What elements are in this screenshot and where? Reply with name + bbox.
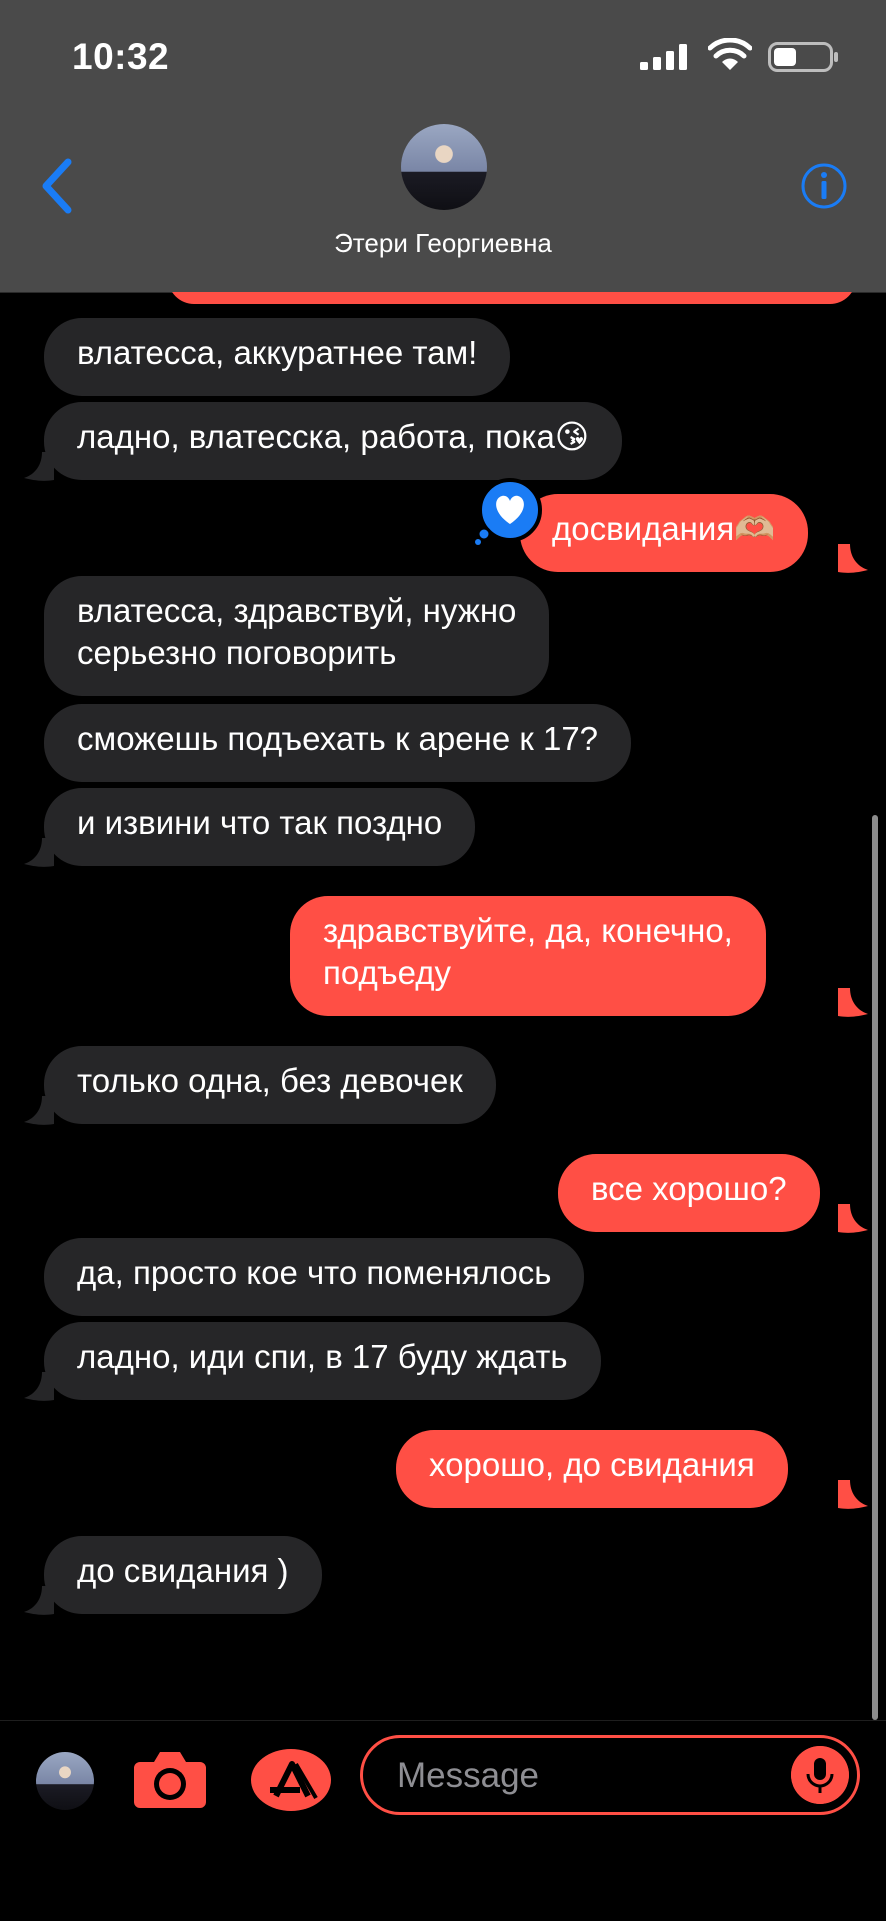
signal-icon [640, 44, 687, 70]
message-bubble-outgoing[interactable]: хорошо, до свидания [396, 1430, 788, 1508]
battery-icon [768, 42, 838, 72]
message-bubble-incoming[interactable]: до свидания ) [44, 1536, 322, 1614]
bubble-tail [24, 1096, 54, 1125]
contact-avatar[interactable] [401, 124, 487, 210]
bubble-tail [24, 1586, 54, 1615]
message-bubble-incoming[interactable]: ладно, влатесска, работа, пока😘 [44, 402, 623, 480]
bubble-tail [838, 1204, 868, 1233]
message-bubble-incoming[interactable]: да, просто кое что поменялось [44, 1238, 585, 1316]
message-bubble-incoming[interactable]: только одна, без девочек [44, 1046, 496, 1124]
message-bubble-incoming[interactable]: сможешь подъехать к арене к 17? [44, 704, 632, 782]
message-bubble-outgoing[interactable]: все хорошо? [558, 1154, 820, 1232]
bubble-tail [838, 1480, 868, 1509]
message-bubble-outgoing[interactable]: здравствуйте, да, конечно, подъеду [290, 896, 766, 1016]
message-bubble-incoming[interactable]: и извини что так поздно [44, 788, 476, 866]
message-input-placeholder: Message [397, 1756, 540, 1795]
memoji-avatar-button[interactable] [36, 1752, 94, 1810]
message-bubble-incoming[interactable]: ладно, иди спи, в 17 буду ждать [44, 1322, 601, 1400]
back-chevron-icon[interactable] [38, 158, 74, 214]
app-store-icon[interactable] [250, 1748, 332, 1812]
status-time: 10:32 [72, 36, 170, 77]
mic-icon[interactable] [791, 1746, 849, 1804]
info-icon[interactable] [800, 162, 848, 210]
bubble-tail [24, 452, 54, 481]
message-bubble-incoming[interactable]: влатесса, аккуратнее там! [44, 318, 511, 396]
wifi-icon [708, 38, 752, 70]
heart-reaction-icon[interactable] [472, 478, 544, 546]
contact-name[interactable]: Этери Георгиевна [0, 228, 886, 259]
message-bubble-partial [168, 292, 856, 304]
message-bubble-incoming[interactable]: влатесса, здравствуй, нужно серьезно пог… [44, 576, 550, 696]
camera-icon[interactable] [132, 1748, 208, 1810]
conversation-header: 10:32 Этери Георгиевна [0, 0, 886, 293]
bubble-tail [838, 544, 868, 573]
message-input[interactable]: Message [360, 1735, 860, 1815]
message-bubble-outgoing[interactable]: досвидания🫶🏼 [520, 494, 809, 572]
message-list[interactable]: влатесса, аккуратнее там! ладно, влатесс… [0, 292, 886, 1720]
scrollbar[interactable] [872, 815, 878, 1720]
bubble-tail [24, 1372, 54, 1401]
bubble-tail [24, 838, 54, 867]
bubble-tail [838, 988, 868, 1017]
